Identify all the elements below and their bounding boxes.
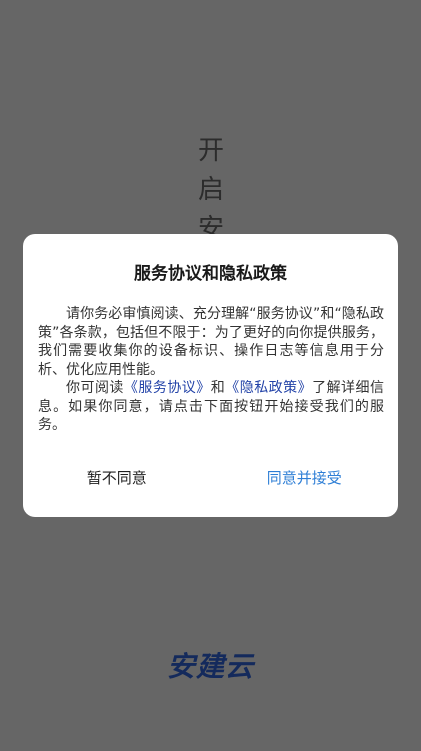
app-screen: 开 启 安 安建云 服务协议和隐私政策 请你务必审慎阅读、充分理解“服务协议”和… — [0, 0, 421, 751]
dialog-body: 请你务必审慎阅读、充分理解“服务协议”和“隐私政策”各条款，包括但不限于：为了更… — [38, 305, 384, 435]
privacy-dialog: 服务协议和隐私政策 请你务必审慎阅读、充分理解“服务协议”和“隐私政策”各条款，… — [23, 234, 398, 517]
splash-title: 开 启 安 — [194, 132, 228, 249]
splash-title-char-2: 启 — [197, 175, 224, 205]
decline-button[interactable]: 暂不同意 — [23, 463, 211, 493]
dialog-title: 服务协议和隐私政策 — [134, 264, 287, 284]
dialog-paragraph-1: 请你务必审慎阅读、充分理解“服务协议”和“隐私政策”各条款，包括但不限于：为了更… — [38, 306, 384, 378]
dialog-paragraph-2: 你可阅读《服务协议》和《隐私政策》了解详细信息。如果你同意，请点击下面按钮开始接… — [38, 379, 384, 435]
paragraph-2-prefix: 你可阅读 — [66, 380, 124, 396]
privacy-policy-link[interactable]: 《隐私政策》 — [225, 380, 312, 396]
paragraph-2-and: 和 — [210, 380, 226, 396]
dialog-actions: 暂不同意 同意并接受 — [23, 463, 398, 493]
service-agreement-link[interactable]: 《服务协议》 — [124, 380, 211, 396]
splash-title-char-1: 开 — [197, 136, 224, 166]
accept-button[interactable]: 同意并接受 — [211, 463, 399, 493]
brand-logo: 安建云 — [166, 650, 254, 683]
